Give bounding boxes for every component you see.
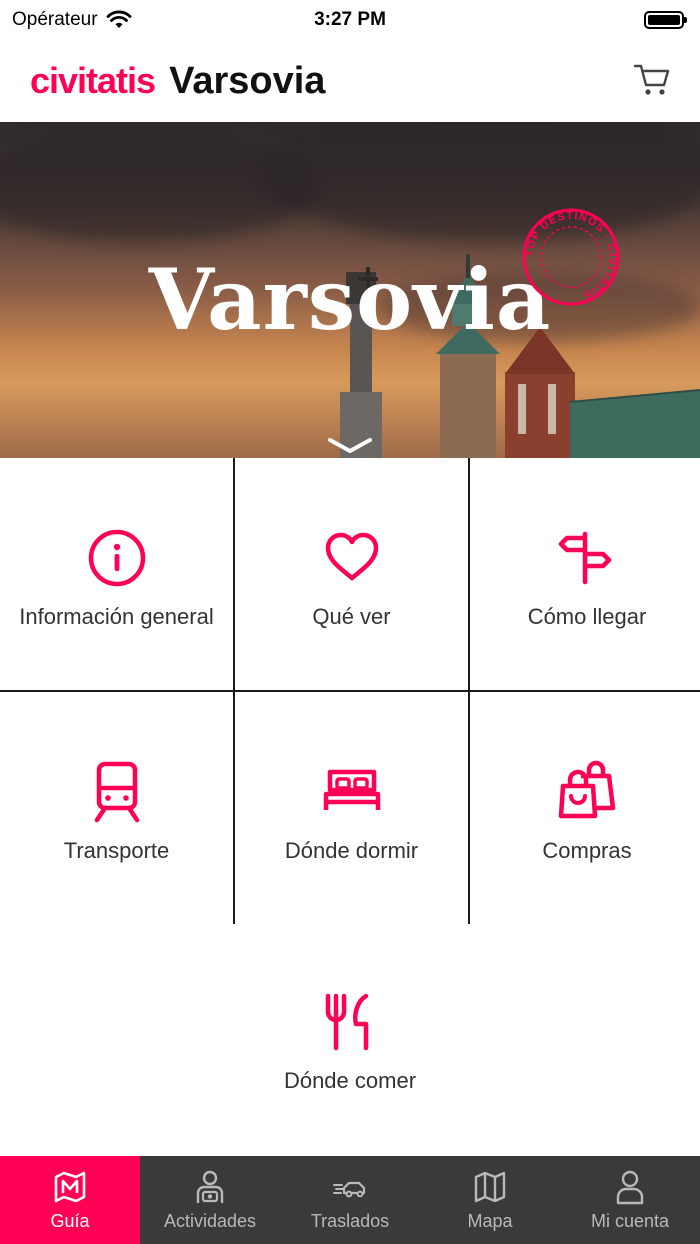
tab-guia[interactable]: Guía [0, 1156, 140, 1244]
chevron-down-icon[interactable] [326, 436, 374, 456]
info-icon [88, 529, 145, 587]
heart-icon [325, 532, 378, 581]
carrier-label: Opérateur [12, 9, 98, 30]
map-guide-icon [54, 1171, 86, 1202]
tab-label: Mi cuenta [590, 1210, 670, 1231]
status-bar: Opérateur 3:27 PM [0, 0, 700, 40]
train-icon [94, 761, 139, 823]
menu-tile-label: Cómo llegar [527, 604, 647, 629]
tab-label: Actividades [163, 1210, 257, 1231]
tab-label: Guía [50, 1210, 90, 1231]
menu-tile-label: Información general [19, 604, 214, 629]
hero-banner: Varsovia TOP DESTINOS · CIVITATIS [0, 122, 700, 458]
tab-mapa[interactable]: Mapa [420, 1156, 560, 1244]
menu-tile-compras[interactable]: Compras [470, 692, 700, 926]
menu-tile-label: Qué ver [312, 604, 391, 629]
tab-traslados[interactable]: Traslados [280, 1156, 420, 1244]
menu-tile-transporte[interactable]: Transporte [0, 692, 233, 926]
transfers-icon [333, 1181, 366, 1197]
tab-label: Traslados [310, 1210, 390, 1231]
cart-icon[interactable] [632, 60, 672, 100]
tab-mi-cuenta[interactable]: Mi cuenta [560, 1156, 700, 1244]
signpost-icon [558, 531, 612, 585]
activities-icon [196, 1170, 224, 1203]
menu-tile-donde-dormir[interactable]: Dónde dormir [235, 692, 468, 926]
brand-logo: civitatis [30, 60, 156, 101]
menu-tile-label: Dónde dormir [284, 838, 419, 863]
status-left: Opérateur [12, 9, 132, 31]
wifi-icon [106, 10, 131, 28]
account-icon [616, 1170, 644, 1204]
menu-tile-que-ver[interactable]: Qué ver [235, 458, 468, 690]
menu-tile-label: Compras [542, 838, 632, 863]
top-destinos-stamp: TOP DESTINOS · CIVITATIS [522, 208, 620, 306]
tab-label: Mapa [467, 1210, 513, 1231]
bed-icon [323, 769, 380, 810]
map-icon [474, 1171, 506, 1202]
menu-tile-como-llegar[interactable]: Cómo llegar [470, 458, 700, 690]
tab-actividades[interactable]: Actividades [140, 1156, 280, 1244]
app-header: civitatis Varsovia [0, 40, 700, 122]
cutlery-icon [325, 993, 369, 1051]
menu-tile-label: Dónde comer [283, 1068, 417, 1093]
bottom-tab-bar: Guía Actividades Traslados Mapa Mi cuent… [0, 1156, 700, 1244]
menu-tile-donde-comer[interactable]: Dónde comer [0, 926, 700, 1156]
battery-icon [644, 11, 687, 29]
guide-menu-grid: Información general Qué ver Cómo llegar … [0, 458, 700, 926]
menu-tile-label: Transporte [63, 838, 170, 863]
shopping-bags-icon [558, 760, 616, 819]
page-title: Varsovia [169, 59, 326, 102]
menu-tile-informacion-general[interactable]: Información general [0, 458, 233, 690]
